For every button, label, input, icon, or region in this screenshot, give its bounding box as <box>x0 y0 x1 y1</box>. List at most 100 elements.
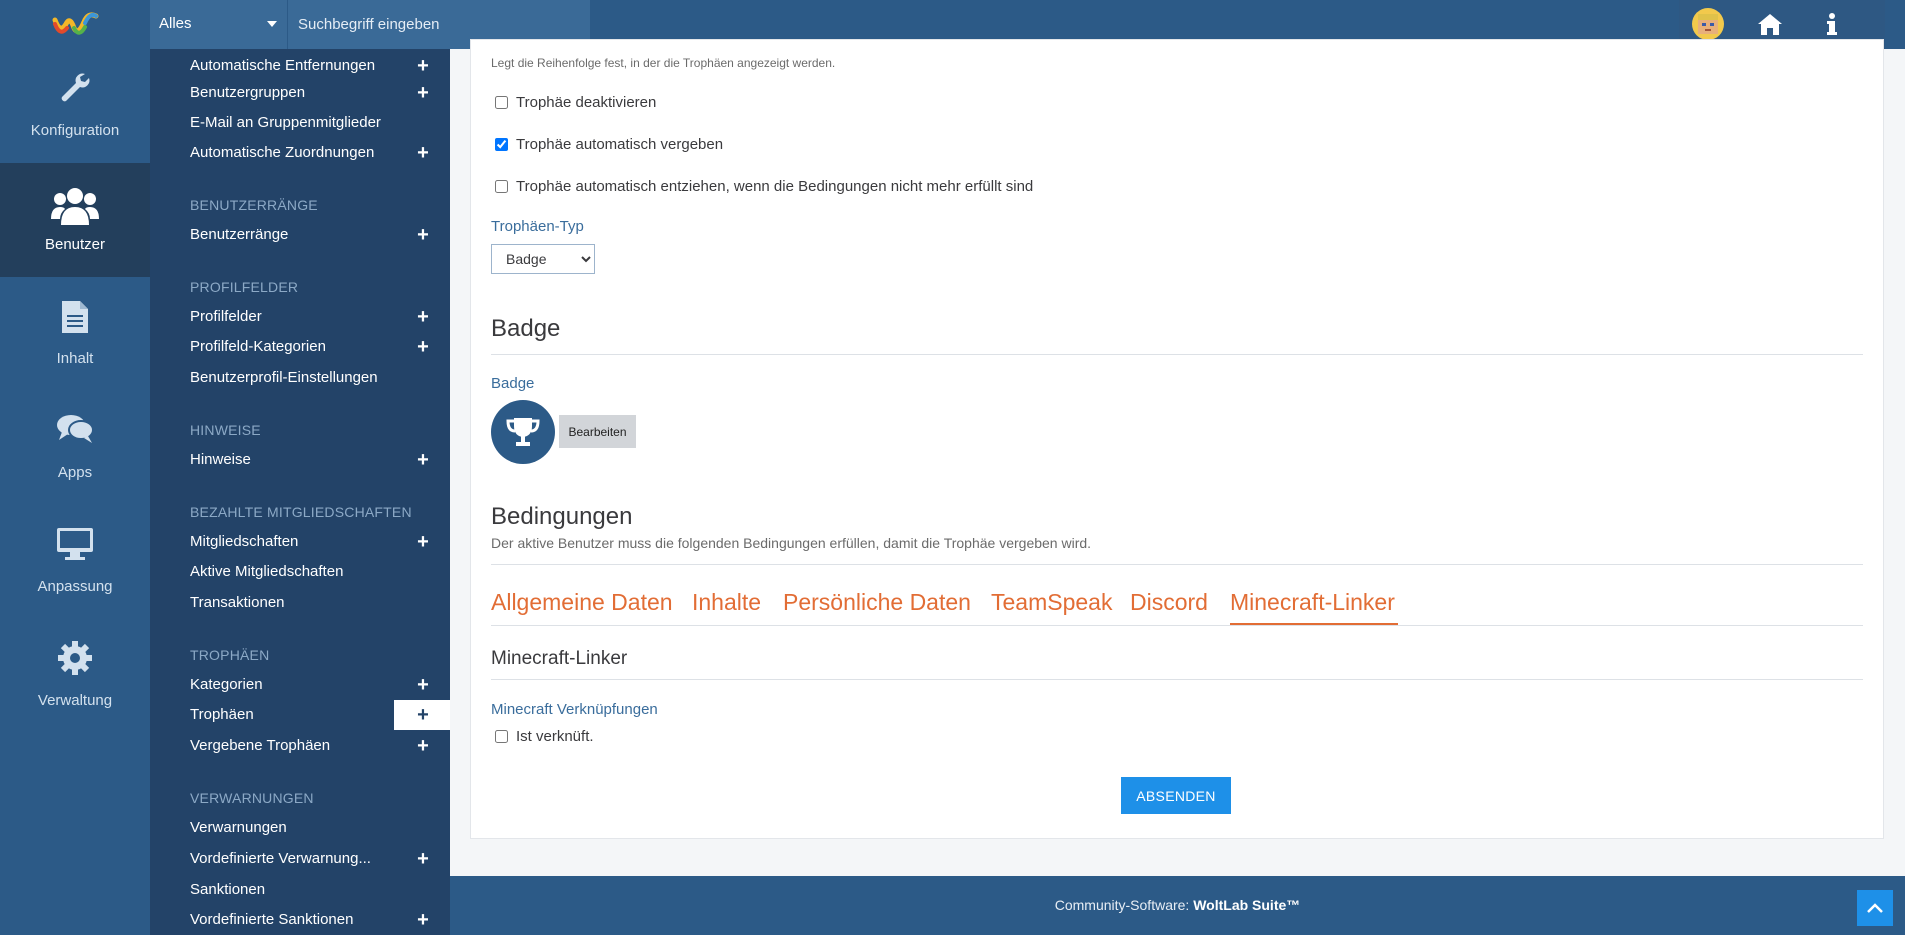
disable-trophy-label: Trophäe deaktivieren <box>516 94 657 111</box>
nav-item-automatische-zuordnungen[interactable]: Automatische Zuordnungen + <box>150 138 450 168</box>
plus-icon[interactable]: + <box>415 220 431 250</box>
nav-label: Hinweise <box>190 451 251 468</box>
conditions-description: Der aktive Benutzer muss die folgenden B… <box>491 535 1092 551</box>
nav-item-hinweise[interactable]: Hinweise + <box>150 445 450 475</box>
info-button[interactable] <box>1815 7 1849 41</box>
nav-heading: HINWEISE <box>190 422 261 438</box>
search-scope-select[interactable]: Alles <box>150 0 288 49</box>
disable-trophy-checkbox[interactable] <box>495 96 508 109</box>
avatar[interactable] <box>1691 7 1725 41</box>
trophy-type-select[interactable]: Badge <box>491 244 595 274</box>
plus-icon[interactable]: + <box>415 844 431 874</box>
plus-icon[interactable]: + <box>415 51 431 81</box>
trophy-type-label: Trophäen-Typ <box>491 218 584 235</box>
home-button[interactable] <box>1753 7 1787 41</box>
avatar-icon <box>1692 8 1724 40</box>
badge-section-title: Badge <box>491 315 561 342</box>
rail-label: Anpassung <box>37 578 113 595</box>
nav-item-vordefinierte-sanktionen[interactable]: Vordefinierte Sanktionen + <box>150 905 450 935</box>
tab-teamspeak[interactable]: TeamSpeak <box>991 589 1112 616</box>
plus-icon[interactable]: + <box>415 78 431 108</box>
conditions-title: Bedingungen <box>491 503 633 530</box>
nav-label: Vordefinierte Sanktionen <box>190 911 354 928</box>
divider <box>491 354 1863 355</box>
rail-item-konfiguration[interactable]: Konfiguration <box>0 49 150 163</box>
auto-revoke-option[interactable]: Trophäe automatisch entziehen, wenn die … <box>495 178 1033 195</box>
auto-revoke-checkbox[interactable] <box>495 180 508 193</box>
rail-item-anpassung[interactable]: Anpassung <box>0 505 150 619</box>
nav-item-profilfelder[interactable]: Profilfelder + <box>150 302 450 332</box>
divider <box>491 679 1863 680</box>
nav-label: Vergebene Trophäen <box>190 737 331 754</box>
plus-icon[interactable]: + <box>415 302 431 332</box>
plus-icon[interactable]: + <box>415 700 431 730</box>
nav-item-profilfeld-kategorien[interactable]: Profilfeld-Kategorien + <box>150 332 450 362</box>
rail-label: Apps <box>57 464 93 481</box>
footer-brand-link[interactable]: WoltLab Suite™ <box>1193 897 1300 913</box>
plus-icon[interactable]: + <box>415 731 431 761</box>
order-hint: Legt die Reihenfolge fest, in der die Tr… <box>491 56 836 70</box>
scroll-to-top-button[interactable] <box>1857 890 1893 926</box>
users-icon <box>51 188 99 225</box>
nav-item-automatische-entfernungen[interactable]: Automatische Entfernungen + <box>150 51 450 81</box>
nav-label: Transaktionen <box>190 594 285 611</box>
badge-preview <box>491 400 555 464</box>
sub-navigation: Automatische Entfernungen + Benutzergrup… <box>150 49 450 935</box>
nav-item-vergebene-trophaeen[interactable]: Vergebene Trophäen + <box>150 731 450 761</box>
nav-item-aktive-mitgliedschaften[interactable]: Aktive Mitgliedschaften <box>150 557 450 587</box>
nav-item-sanktionen[interactable]: Sanktionen <box>150 875 450 905</box>
disable-trophy-option[interactable]: Trophäe deaktivieren <box>495 94 656 111</box>
search-scope-label: Alles <box>159 15 192 32</box>
nav-item-mitgliedschaften[interactable]: Mitgliedschaften + <box>150 527 450 557</box>
tab-inhalte[interactable]: Inhalte <box>692 589 761 616</box>
nav-label: E-Mail an Gruppenmitglieder <box>190 114 381 131</box>
rail-item-apps[interactable]: Apps <box>0 391 150 505</box>
nav-heading: PROFILFELDER <box>190 279 299 295</box>
logo[interactable] <box>0 0 150 49</box>
plus-icon[interactable]: + <box>415 905 431 935</box>
nav-heading: BEZAHLTE MITGLIEDSCHAFTEN <box>190 504 412 520</box>
rail-item-verwaltung[interactable]: Verwaltung <box>0 619 150 733</box>
nav-label: Benutzerränge <box>190 226 289 243</box>
gear-icon <box>58 641 92 675</box>
auto-award-checkbox[interactable] <box>495 138 508 151</box>
comments-icon <box>57 415 94 443</box>
nav-item-verwarnungen[interactable]: Verwarnungen <box>150 813 450 843</box>
nav-heading: VERWARNUNGEN <box>190 790 314 806</box>
submit-button[interactable]: ABSENDEN <box>1121 777 1231 814</box>
auto-award-label: Trophäe automatisch vergeben <box>516 136 724 153</box>
nav-item-benutzergruppen[interactable]: Benutzergruppen + <box>150 78 450 108</box>
plus-icon[interactable]: + <box>415 138 431 168</box>
home-icon <box>1758 14 1782 35</box>
minecraft-links-label: Minecraft Verknüpfungen <box>491 701 658 718</box>
is-linked-checkbox[interactable] <box>495 730 508 743</box>
plus-icon[interactable]: + <box>415 527 431 557</box>
nav-item-kategorien[interactable]: Kategorien + <box>150 670 450 700</box>
tab-allgemeine-daten[interactable]: Allgemeine Daten <box>491 589 673 616</box>
plus-icon[interactable]: + <box>415 445 431 475</box>
nav-heading: TROPHÄEN <box>190 647 270 663</box>
is-linked-option[interactable]: Ist verknüft. <box>495 728 594 745</box>
nav-item-email-gruppenmitglieder[interactable]: E-Mail an Gruppenmitglieder <box>150 108 450 138</box>
rail-item-benutzer[interactable]: Benutzer <box>0 163 150 277</box>
rail-item-inhalt[interactable]: Inhalt <box>0 277 150 391</box>
nav-item-vordefinierte-verwarnungen[interactable]: Vordefinierte Verwarnung... + <box>150 844 450 874</box>
wrench-icon <box>61 73 90 102</box>
nav-item-transaktionen[interactable]: Transaktionen <box>150 588 450 618</box>
nav-label: Aktive Mitgliedschaften <box>190 563 344 580</box>
tab-persoenliche-daten[interactable]: Persönliche Daten <box>783 589 971 616</box>
tab-minecraft-linker[interactable]: Minecraft-Linker <box>1230 589 1395 616</box>
nav-item-benutzerraenge[interactable]: Benutzerränge + <box>150 220 450 250</box>
tab-discord[interactable]: Discord <box>1130 589 1208 616</box>
minecraft-section-title: Minecraft-Linker <box>491 648 628 669</box>
plus-icon[interactable]: + <box>415 670 431 700</box>
auto-award-option[interactable]: Trophäe automatisch vergeben <box>495 136 723 153</box>
nav-item-benutzerprofil-einstellungen[interactable]: Benutzerprofil-Einstellungen <box>150 363 450 393</box>
nav-label: Verwarnungen <box>190 819 287 836</box>
nav-item-trophaeen[interactable]: Trophäen + <box>150 700 450 730</box>
nav-label: Sanktionen <box>190 881 266 898</box>
nav-label: Automatische Entfernungen <box>190 57 376 74</box>
nav-label: Profilfeld-Kategorien <box>190 338 326 355</box>
edit-badge-button[interactable]: Bearbeiten <box>559 415 636 448</box>
plus-icon[interactable]: + <box>415 332 431 362</box>
